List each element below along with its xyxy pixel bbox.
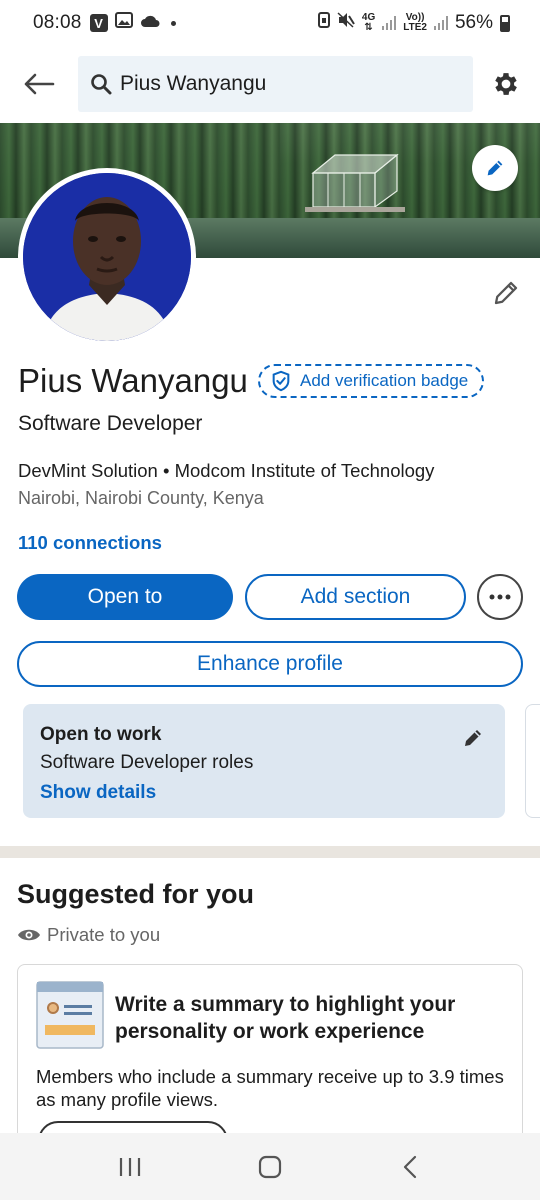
edit-intro-button[interactable] (488, 275, 524, 311)
shield-check-icon (272, 370, 290, 392)
verification-badge-label: Add verification badge (300, 371, 469, 390)
profile-summary-illustration-icon (36, 981, 104, 1049)
mute-icon (337, 12, 355, 34)
profile-headline: Software Developer (18, 412, 203, 435)
profile-company-line[interactable]: DevMint Solution • Modcom Institute of T… (18, 460, 434, 482)
private-label: Private to you (47, 924, 161, 945)
battery-percent: 56% (454, 12, 493, 33)
suggestion-heading: Write a summary to highlight your person… (115, 993, 456, 1043)
cloud-icon (140, 12, 160, 34)
notification-icons: V (89, 12, 176, 34)
battery-icon (500, 14, 510, 32)
chevron-left-icon (403, 1155, 417, 1178)
profile-name: Pius Wanyangu (18, 362, 248, 399)
open-to-work-card[interactable]: Open to work Software Developer roles Sh… (23, 704, 505, 818)
avatar[interactable] (18, 168, 196, 346)
suggested-title: Suggested for you (17, 879, 255, 909)
pencil-icon[interactable] (461, 726, 485, 750)
search-input[interactable]: Pius Wanyangu (78, 56, 473, 112)
glass-house-graphic (305, 153, 405, 212)
show-details-link[interactable]: Show details (40, 782, 156, 804)
lock-icon (317, 12, 330, 34)
more-actions-button[interactable] (477, 574, 523, 620)
signal-1-icon (382, 16, 397, 30)
recent-apps-icon (119, 1157, 141, 1176)
pencil-icon (494, 281, 518, 305)
open-to-work-title: Open to work (40, 724, 162, 745)
search-header: Pius Wanyangu (0, 56, 540, 112)
recent-apps-button[interactable] (100, 1142, 160, 1192)
add-verification-badge-button[interactable]: Add verification badge (258, 364, 485, 398)
open-to-button[interactable]: Open to (17, 574, 233, 620)
private-to-you: Private to you (17, 924, 160, 946)
eye-icon (18, 929, 40, 941)
volte-icon: Vo)) LTE2 (403, 12, 427, 33)
avatar-photo (23, 173, 191, 341)
connections-link[interactable]: 110 connections (18, 532, 162, 554)
v-app-icon: V (89, 14, 108, 32)
gear-icon (495, 73, 517, 95)
gallery-icon (114, 12, 133, 34)
enhance-profile-button[interactable]: Enhance profile (17, 641, 523, 687)
profile-location: Nairobi, Nairobi County, Kenya (18, 488, 264, 508)
more-icon (489, 594, 511, 600)
search-value: Pius Wanyangu (120, 72, 267, 95)
search-icon (91, 74, 112, 95)
network-4g-icon: 4G ⇅ (361, 12, 376, 33)
system-nav-bar (0, 1133, 540, 1200)
avatar-portrait (23, 173, 191, 341)
status-right: 4G ⇅ Vo)) LTE2 56% (317, 12, 510, 34)
back-button[interactable] (20, 66, 58, 102)
edit-cover-button[interactable] (472, 145, 518, 191)
back-arrow-icon (24, 73, 55, 95)
status-bar: 08:08 V 4G ⇅ Vo)) LTE2 56% (0, 0, 540, 46)
more-notifications-dot (170, 20, 176, 26)
pencil-icon (487, 160, 503, 176)
back-nav-button[interactable] (380, 1142, 440, 1192)
open-to-work-roles: Software Developer roles (40, 752, 254, 773)
next-card-peek[interactable] (525, 704, 540, 818)
home-icon (258, 1155, 282, 1178)
home-button[interactable] (240, 1142, 300, 1192)
settings-button[interactable] (488, 66, 524, 102)
suggestion-body: Members who include a summary receive up… (36, 1066, 504, 1110)
signal-2-icon (433, 16, 448, 30)
section-divider (0, 846, 540, 858)
status-time: 08:08 (33, 12, 82, 33)
add-section-button[interactable]: Add section (245, 574, 466, 620)
